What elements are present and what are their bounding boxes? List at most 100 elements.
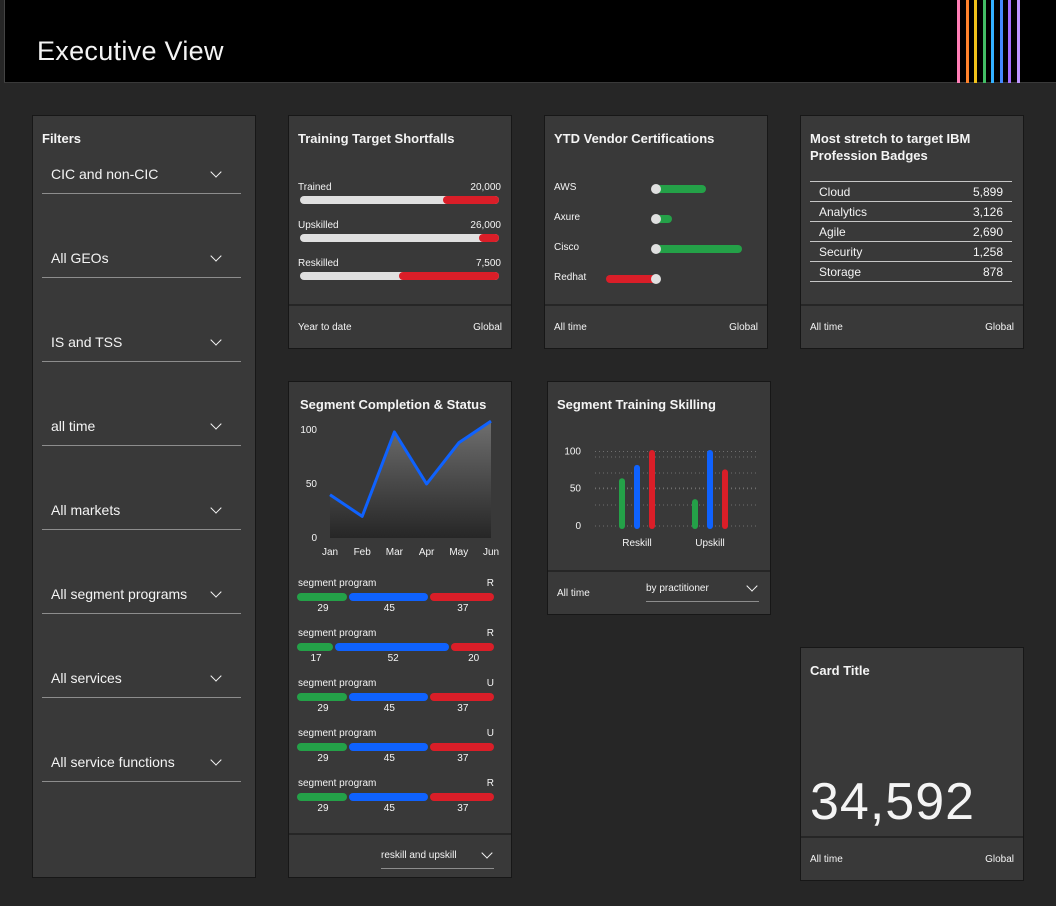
chevron-down-icon (210, 670, 222, 682)
filter-dropdown[interactable]: All services (42, 660, 241, 698)
filters-title: Filters (42, 131, 82, 146)
program-segment-value: 29 (317, 803, 329, 814)
shortfalls-title: Training Target Shortfalls (298, 131, 455, 146)
vendor-footer-period: All time (554, 322, 587, 333)
program-segment-value: 37 (457, 753, 469, 764)
x-tick-label: Mar (386, 547, 404, 558)
program-segment-value: 45 (383, 753, 395, 764)
shortfalls-footer-scope: Global (473, 322, 502, 333)
vendor-bar (656, 185, 706, 193)
program-label: segment program (298, 578, 377, 589)
chevron-down-icon (210, 754, 222, 766)
program-segment-value: 17 (310, 653, 322, 664)
badges-title-line1: Most stretch to target IBM (810, 131, 971, 146)
program-segment-value: 20 (468, 653, 480, 664)
brand-stripe (991, 0, 994, 83)
vendor-origin-dot (651, 214, 661, 224)
filter-dropdown[interactable]: All GEOs (42, 240, 241, 278)
x-tick-label: Reskill (622, 538, 651, 549)
shortfall-label: Trained (298, 182, 332, 193)
shortfall-label: Upskilled (298, 220, 339, 231)
table-row: Analytics 3,126 (810, 201, 1012, 222)
skilling-metric-dropdown[interactable]: by practitioner (646, 580, 759, 602)
x-tick-label: Feb (354, 547, 372, 558)
brand-stripe (957, 0, 960, 83)
program-segment-bar (297, 643, 333, 651)
program-label: segment program (298, 678, 377, 689)
skilling-metric-value: by practitioner (646, 583, 709, 594)
table-row: Cloud 5,899 (810, 181, 1012, 202)
filter-dropdown[interactable]: All service functions (42, 744, 241, 782)
y-tick-label: 50 (570, 484, 582, 495)
program-label: segment program (298, 728, 377, 739)
badges-footer-scope: Global (985, 322, 1014, 333)
shortfall-value: 20,000 (470, 182, 501, 193)
y-tick-label: 100 (564, 446, 581, 457)
shortfall-label: Reskilled (298, 258, 339, 269)
y-tick-label: 50 (306, 479, 318, 490)
filter-dropdown[interactable]: All markets (42, 492, 241, 530)
program-segment-bar (297, 693, 347, 701)
program-segment-bar (429, 693, 494, 701)
vendor-label: Redhat (554, 272, 587, 283)
program-segment-value: 52 (387, 653, 399, 664)
program-label: segment program (298, 778, 377, 789)
filter-dropdown-value: All GEOs (51, 250, 109, 266)
completion-type-dropdown[interactable]: reskill and upskill (381, 847, 494, 869)
program-segment-bar (348, 693, 428, 701)
program-segment-bar (429, 743, 494, 751)
skilling-footer-period: All time (557, 588, 590, 599)
badges-card: Most stretch to target IBM Profession Ba… (800, 115, 1024, 349)
filter-dropdown-value: CIC and non-CIC (51, 166, 159, 182)
page-title: Executive View (37, 36, 224, 66)
badge-count: 2,690 (926, 221, 1012, 242)
badge-name: Storage (810, 261, 927, 282)
kpi-footer-scope: Global (985, 854, 1014, 865)
filter-dropdown[interactable]: IS and TSS (42, 324, 241, 362)
badges-title-line2: Profession Badges (810, 148, 928, 163)
chevron-down-icon (210, 586, 222, 598)
badge-name: Cloud (810, 181, 927, 202)
filter-dropdown-value: All services (51, 670, 122, 686)
program-segment-value: 45 (383, 803, 395, 814)
x-tick-label: Upskill (695, 538, 724, 549)
kpi-value: 34,592 (810, 773, 976, 831)
vendor-label: Cisco (554, 242, 580, 253)
filter-dropdown-value: IS and TSS (51, 334, 123, 350)
x-tick-label: May (449, 547, 468, 558)
y-tick-label: 0 (575, 521, 581, 532)
program-status: R (486, 578, 494, 589)
program-segment-value: 37 (457, 703, 469, 714)
chevron-down-icon (210, 250, 222, 262)
vendor-origin-dot (651, 184, 661, 194)
filter-dropdown[interactable]: CIC and non-CIC (42, 156, 241, 194)
brand-stripe (974, 0, 977, 83)
vendor-label: AWS (554, 182, 577, 193)
table-row: Storage 878 (810, 261, 1012, 282)
badges-footer-period: All time (810, 322, 843, 333)
badge-name: Agile (810, 221, 927, 242)
vendor-origin-dot (651, 244, 661, 254)
program-segment-value: 45 (383, 603, 395, 614)
shortfall-track (300, 234, 499, 242)
chevron-down-icon (210, 166, 222, 178)
brand-stripe (1016, 0, 1020, 83)
shortfall-value: 26,000 (470, 220, 501, 231)
shortfalls-card: Training Target Shortfalls Trained 20,000… (288, 115, 512, 349)
shortfall-bar (479, 234, 499, 242)
completion-card: Segment Completion & Status 0 50 100 Jan Feb… (288, 381, 512, 878)
x-tick-label: Jun (483, 547, 499, 558)
filter-dropdown[interactable]: All segment programs (42, 576, 241, 614)
filter-dropdown[interactable]: all time (42, 408, 241, 446)
vendor-bar (656, 245, 742, 253)
shortfall-bar (399, 272, 499, 280)
vendor-title: YTD Vendor Certifications (554, 131, 715, 146)
program-segment-value: 45 (383, 703, 395, 714)
brand-stripe (982, 0, 986, 83)
program-status: R (486, 628, 494, 639)
filter-dropdown-value: all time (51, 418, 96, 434)
brand-stripe (999, 0, 1003, 83)
vendor-card: YTD Vendor Certifications AWS Axure Cisco R… (544, 115, 768, 349)
badge-name: Security (810, 241, 927, 262)
shortfall-bar (443, 196, 499, 204)
